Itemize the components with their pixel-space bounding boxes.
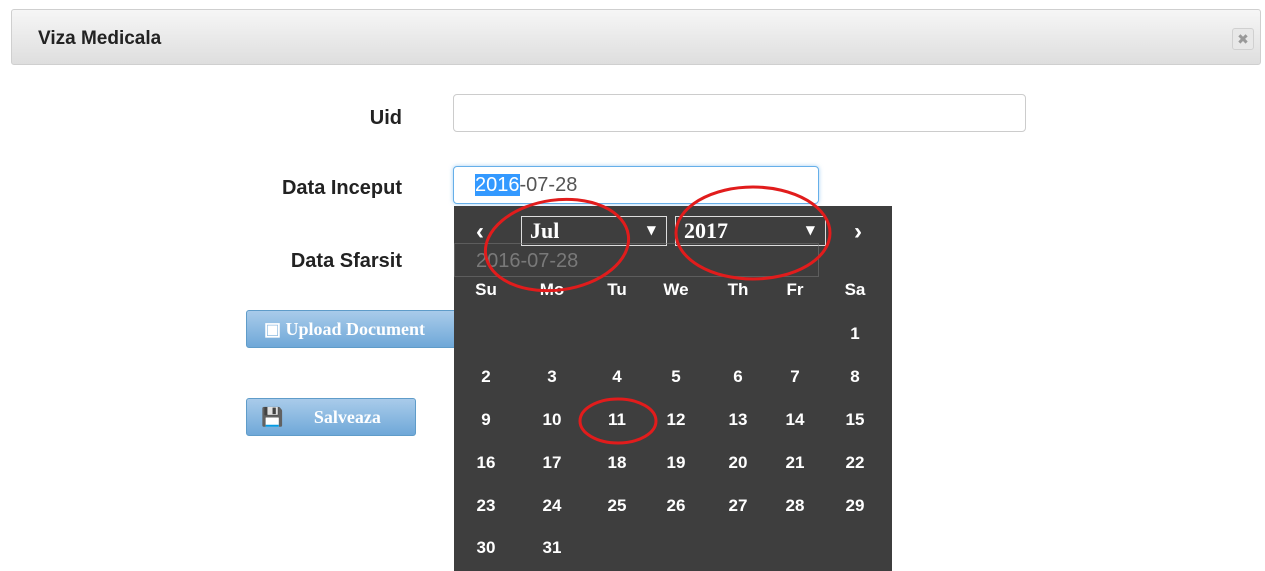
day-cell[interactable]: 21 — [773, 453, 817, 473]
day-cell[interactable]: 11 — [595, 410, 639, 430]
upload-document-label: Upload Document — [285, 318, 426, 339]
start-date-input[interactable]: 2016-07-28 — [453, 166, 819, 204]
day-cell[interactable]: 15 — [833, 410, 877, 430]
day-cell[interactable]: 5 — [654, 367, 698, 387]
day-cell[interactable]: 4 — [595, 367, 639, 387]
day-cell[interactable]: 27 — [716, 496, 760, 516]
year-select-value: 2017 — [684, 218, 728, 243]
day-cell[interactable]: 24 — [530, 496, 574, 516]
day-cell[interactable]: 16 — [464, 453, 508, 473]
uid-label: Uid — [369, 107, 402, 129]
day-cell[interactable]: 14 — [773, 410, 817, 430]
prev-month-icon[interactable]: ‹ — [476, 218, 484, 246]
start-date-label: Data Inceput — [281, 177, 402, 199]
save-button-label: Salveaza — [313, 406, 381, 427]
day-cell[interactable]: 12 — [654, 410, 698, 430]
month-select[interactable]: Jul ▼ — [521, 216, 667, 246]
day-cell[interactable]: 6 — [716, 367, 760, 387]
weekday-label: We — [663, 280, 689, 299]
modal-title: Viza Medicala — [38, 28, 162, 49]
start-date-selected-text: 2016 — [475, 174, 520, 196]
day-cell[interactable]: 29 — [833, 496, 877, 516]
weekday-label: Sa — [844, 280, 866, 299]
weekday-label: Su — [475, 280, 497, 299]
day-cell[interactable]: 17 — [530, 453, 574, 473]
year-dropdown-icon: ▼ — [805, 223, 815, 237]
day-cell[interactable]: 23 — [464, 496, 508, 516]
day-cell[interactable]: 9 — [464, 410, 508, 430]
day-cell[interactable]: 10 — [530, 410, 574, 430]
weekday-label: Mo — [539, 280, 565, 299]
month-dropdown-icon: ▼ — [646, 223, 656, 237]
save-icon: 💾 — [261, 406, 284, 427]
day-cell[interactable]: 22 — [833, 453, 877, 473]
next-month-icon[interactable]: › — [854, 218, 862, 246]
day-cell[interactable]: 20 — [716, 453, 760, 473]
day-cell[interactable]: 18 — [595, 453, 639, 473]
day-cell[interactable]: 31 — [530, 538, 574, 558]
day-cell[interactable]: 30 — [464, 538, 508, 558]
day-cell[interactable]: 25 — [595, 496, 639, 516]
save-button[interactable]: 💾 Salveaza — [246, 398, 416, 436]
day-cell[interactable]: 8 — [833, 367, 877, 387]
end-date-label: Data Sfarsit — [290, 250, 402, 272]
weekday-label: Tu — [607, 280, 627, 299]
weekday-label: Fr — [786, 280, 804, 299]
day-cell[interactable]: 7 — [773, 367, 817, 387]
day-cell[interactable]: 19 — [654, 453, 698, 473]
uid-input[interactable] — [453, 94, 1026, 132]
start-date-rest-text: -07-28 — [519, 174, 578, 196]
month-select-value: Jul — [530, 218, 560, 243]
end-date-input[interactable]: 2016-07-28 — [454, 243, 819, 277]
year-select[interactable]: 2017 ▼ — [675, 216, 826, 246]
modal-header: Viza Medicala ✖ — [11, 9, 1261, 65]
close-icon[interactable]: ✖ — [1232, 28, 1254, 50]
day-cell[interactable]: 28 — [773, 496, 817, 516]
image-icon: ▣ — [264, 318, 282, 339]
day-cell[interactable]: 2 — [464, 367, 508, 387]
day-cell[interactable]: 26 — [654, 496, 698, 516]
day-cell[interactable]: 13 — [716, 410, 760, 430]
day-cell[interactable]: 3 — [530, 367, 574, 387]
weekday-label: Th — [727, 280, 749, 299]
day-cell[interactable]: 1 — [833, 324, 877, 344]
